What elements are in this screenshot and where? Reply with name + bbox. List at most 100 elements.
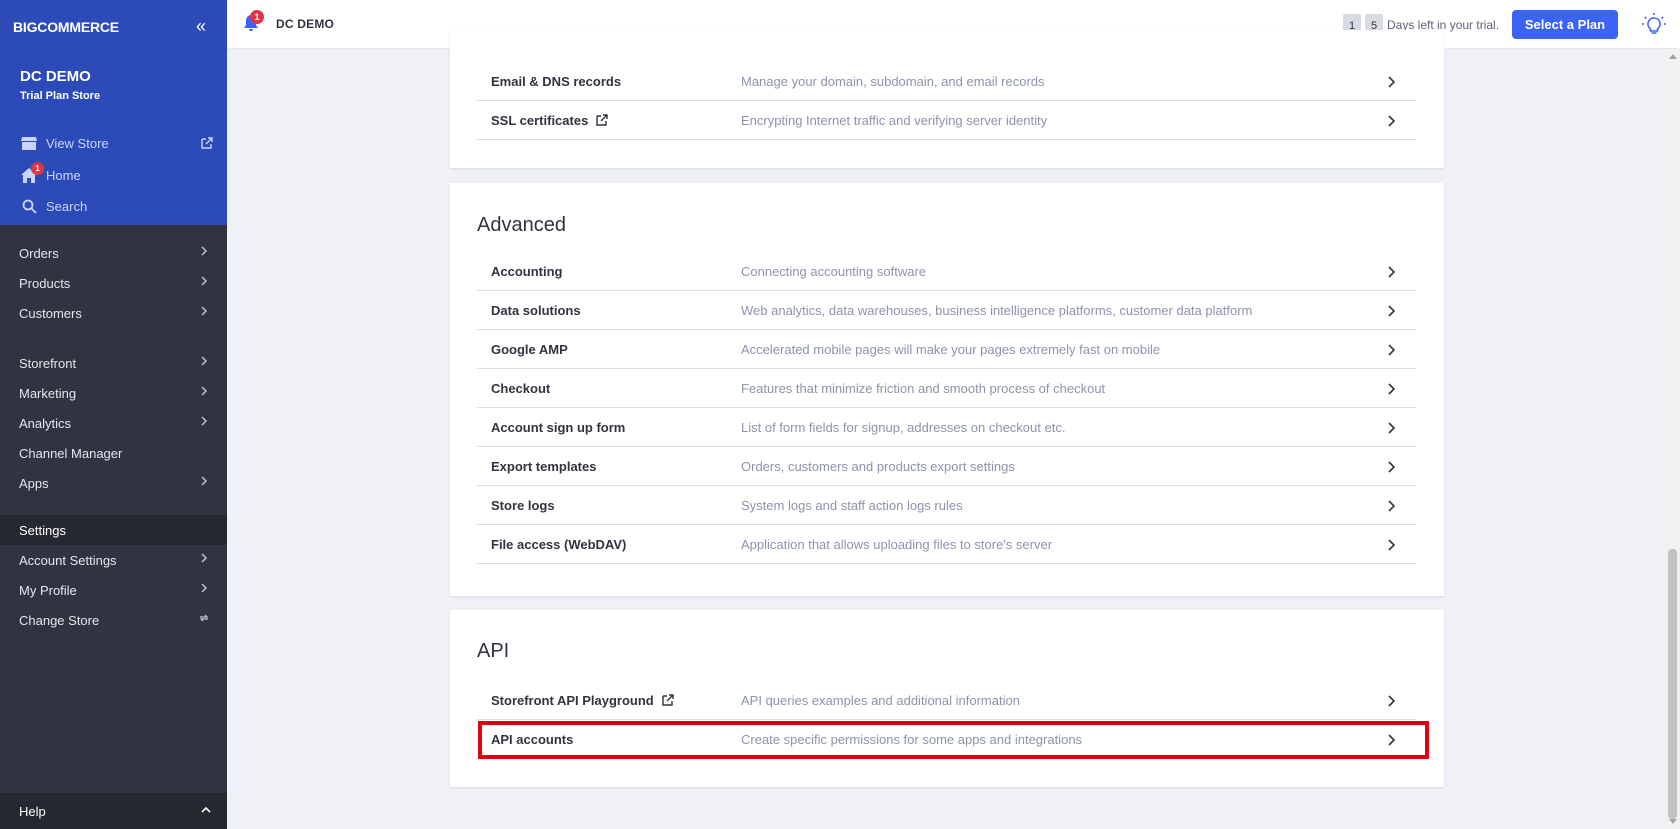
nav-apps[interactable]: Apps: [0, 468, 227, 498]
home-link[interactable]: Home: [20, 166, 81, 184]
nav-account-settings[interactable]: Account Settings: [0, 545, 227, 575]
settings-row-file-access[interactable]: File access (WebDAV) Application that al…: [477, 525, 1416, 564]
nav-label: Products: [19, 275, 71, 291]
nav-label: Account Settings: [19, 552, 117, 568]
nav-label: Change Store: [19, 612, 100, 628]
external-link-icon: [201, 136, 213, 154]
chevron-right-icon: [1388, 383, 1396, 395]
row-description: Manage your domain, subdomain, and email…: [741, 73, 1045, 89]
storefront-icon: [20, 134, 38, 152]
view-store-label: View Store: [46, 135, 109, 151]
external-link-icon: [596, 114, 609, 126]
row-title: Accounting: [491, 263, 563, 279]
api-card: API Storefront API Playground API querie…: [450, 610, 1444, 787]
row-description: List of form fields for signup, addresse…: [741, 419, 1066, 435]
settings-row-ssl-certificates[interactable]: SSL certificates Encrypting Internet tra…: [477, 101, 1416, 140]
row-description: Orders, customers and products export se…: [741, 458, 1015, 474]
row-title: SSL certificates: [491, 112, 609, 128]
home-label: Home: [46, 167, 81, 183]
chevron-right-icon: [1388, 115, 1396, 127]
row-title: API accounts: [491, 731, 574, 747]
settings-row-google-amp[interactable]: Google AMP Accelerated mobile pages will…: [477, 330, 1416, 369]
swap-icon: [199, 614, 209, 622]
settings-row-export-templates[interactable]: Export templates Orders, customers and p…: [477, 447, 1416, 486]
nav-label: Orders: [19, 245, 59, 261]
nav-channel-manager[interactable]: Channel Manager: [0, 438, 227, 468]
search-icon: [20, 197, 38, 215]
nav-settings[interactable]: Settings: [0, 515, 227, 545]
scrollbar-thumb[interactable]: [1668, 549, 1677, 819]
nav-label: My Profile: [19, 582, 77, 598]
nav-label: Apps: [19, 475, 49, 491]
row-title: Export templates: [491, 458, 597, 474]
settings-row-storefront-api-playground[interactable]: Storefront API Playground API queries ex…: [477, 681, 1416, 720]
settings-row-store-logs[interactable]: Store logs System logs and staff action …: [477, 486, 1416, 525]
settings-row-accounting[interactable]: Accounting Connecting accounting softwar…: [477, 252, 1416, 291]
home-notification-badge: 1: [31, 162, 44, 175]
nav-orders[interactable]: Orders: [0, 238, 227, 268]
chevron-right-icon: [1388, 539, 1396, 551]
nav-my-profile[interactable]: My Profile: [0, 575, 227, 605]
row-description: API queries examples and additional info…: [741, 692, 1020, 708]
nav-label: Marketing: [19, 385, 77, 401]
nav-label: Storefront: [19, 355, 77, 371]
bigcommerce-logo[interactable]: BIGCOMMERCE: [13, 16, 119, 38]
row-title: Account sign up form: [491, 419, 626, 435]
row-title: Email & DNS records: [491, 73, 622, 89]
external-link-icon: [662, 694, 674, 706]
settings-row-account-sign-up-form[interactable]: Account sign up form List of form fields…: [477, 408, 1416, 447]
lightbulb-icon[interactable]: [1641, 12, 1667, 43]
chevron-right-icon: [1388, 76, 1396, 88]
sidebar-plan-name: Trial Plan Store: [20, 90, 101, 102]
select-plan-button[interactable]: Select a Plan: [1512, 10, 1618, 39]
chevron-right-icon: [201, 583, 207, 593]
sidebar: BIGCOMMERCE « DC DEMO Trial Plan Store V…: [0, 0, 227, 829]
logo-text: BIGCOMMERCE: [13, 19, 119, 35]
chevron-right-icon: [201, 476, 207, 486]
nav-change-store[interactable]: Change Store: [0, 605, 227, 635]
nav-label: Customers: [19, 305, 82, 321]
row-description: Web analytics, data warehouses, business…: [741, 302, 1253, 318]
chevron-right-icon: [1388, 500, 1396, 512]
scroll-up-arrow-icon[interactable]: [1669, 54, 1677, 59]
row-title: File access (WebDAV): [491, 536, 627, 552]
row-description: System logs and staff action logs rules: [741, 497, 963, 513]
nav-products[interactable]: Products: [0, 268, 227, 298]
nav-storefront[interactable]: Storefront: [0, 348, 227, 378]
row-description: Accelerated mobile pages will make your …: [741, 341, 1161, 357]
page-scrollbar[interactable]: [1665, 49, 1680, 829]
nav-analytics[interactable]: Analytics: [0, 408, 227, 438]
view-store-link[interactable]: View Store: [20, 134, 109, 152]
settings-row-checkout[interactable]: Checkout Features that minimize friction…: [477, 369, 1416, 408]
search-link[interactable]: Search: [20, 197, 87, 215]
row-title: Data solutions: [491, 302, 581, 318]
sidebar-store-panel: BIGCOMMERCE « DC DEMO Trial Plan Store V…: [0, 0, 227, 225]
header-store-name: DC DEMO: [276, 17, 335, 31]
notification-count-badge: 1: [250, 10, 264, 24]
settings-row-email-dns[interactable]: Email & DNS records Manage your domain, …: [477, 62, 1416, 101]
row-title: Google AMP: [491, 341, 568, 357]
nav-customers[interactable]: Customers: [0, 298, 227, 328]
help-menu[interactable]: Help: [0, 793, 227, 829]
row-title-text: SSL certificates: [491, 112, 589, 128]
settings-row-data-solutions[interactable]: Data solutions Web analytics, data wareh…: [477, 291, 1416, 330]
row-description: Create specific permissions for some app…: [741, 731, 1083, 747]
advanced-card: Advanced Accounting Connecting accountin…: [450, 183, 1444, 596]
settings-row-api-accounts[interactable]: API accounts Create specific permissions…: [477, 720, 1416, 759]
row-title: Checkout: [491, 380, 551, 396]
nav-label: Channel Manager: [19, 445, 123, 461]
collapse-sidebar-icon[interactable]: «: [196, 16, 206, 37]
scroll-down-arrow-icon[interactable]: [1669, 819, 1677, 824]
nav-label: Settings: [19, 522, 66, 538]
nav-marketing[interactable]: Marketing: [0, 378, 227, 408]
chevron-right-icon: [1388, 266, 1396, 278]
row-description: Connecting accounting software: [741, 263, 927, 279]
chevron-right-icon: [1388, 344, 1396, 356]
chevron-right-icon: [201, 306, 207, 316]
chevron-right-icon: [201, 356, 207, 366]
domains-card: Email & DNS records Manage your domain, …: [450, 30, 1444, 168]
chevron-right-icon: [1388, 305, 1396, 317]
chevron-right-icon: [1388, 695, 1396, 707]
chevron-right-icon: [1388, 422, 1396, 434]
sidebar-store-name: DC DEMO: [20, 68, 91, 85]
